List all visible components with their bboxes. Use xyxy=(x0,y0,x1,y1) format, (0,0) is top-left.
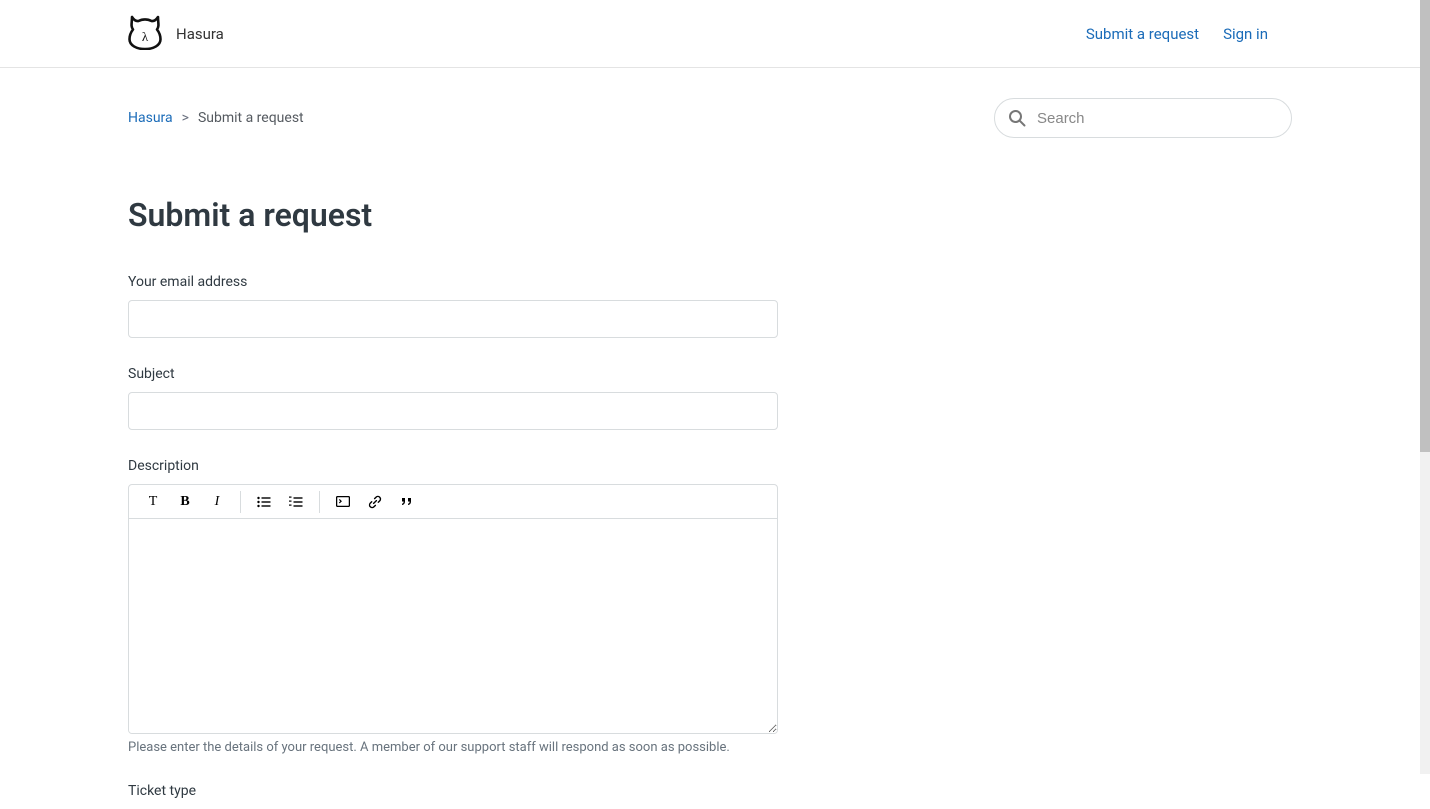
subject-field-group: Subject xyxy=(128,366,778,430)
description-hint: Please enter the details of your request… xyxy=(128,740,778,755)
search-field-wrap xyxy=(994,98,1292,138)
brand[interactable]: λ Hasura xyxy=(128,14,224,54)
subject-field[interactable] xyxy=(128,392,778,430)
email-field-group: Your email address xyxy=(128,274,778,338)
header-nav: Submit a request Sign in xyxy=(1086,25,1268,43)
request-form: Your email address Subject Description T… xyxy=(128,274,778,799)
nav-signin-link[interactable]: Sign in xyxy=(1223,25,1268,43)
svg-text:λ: λ xyxy=(142,29,149,44)
bulleted-list-button[interactable] xyxy=(248,488,280,516)
subject-label: Subject xyxy=(128,366,778,382)
rich-text-editor: T B I xyxy=(128,484,778,734)
description-field-group: Description T B I xyxy=(128,458,778,755)
breadcrumb: Hasura > Submit a request xyxy=(128,110,304,126)
breadcrumb-current: Submit a request xyxy=(198,110,304,126)
text-style-button[interactable]: T xyxy=(137,488,169,516)
scrollbar-thumb[interactable] xyxy=(1420,0,1430,452)
search-input[interactable] xyxy=(994,98,1292,138)
description-field[interactable] xyxy=(129,519,777,733)
scrollbar-track[interactable] xyxy=(1420,0,1430,774)
main: Submit a request Your email address Subj… xyxy=(0,196,1420,799)
editor-toolbar: T B I xyxy=(129,485,777,519)
link-button[interactable] xyxy=(359,488,391,516)
description-label: Description xyxy=(128,458,778,474)
ticket-type-field-group: Ticket type xyxy=(128,783,778,799)
search-icon xyxy=(1008,109,1026,127)
page-title: Submit a request xyxy=(128,196,1292,234)
toolbar-separator xyxy=(240,491,241,513)
ticket-type-label: Ticket type xyxy=(128,783,778,799)
quote-button[interactable] xyxy=(391,488,423,516)
subheader: Hasura > Submit a request xyxy=(0,98,1420,138)
brand-logo-icon: λ xyxy=(128,14,162,54)
nav-submit-request-link[interactable]: Submit a request xyxy=(1086,25,1199,43)
breadcrumb-root-link[interactable]: Hasura xyxy=(128,110,173,126)
email-field[interactable] xyxy=(128,300,778,338)
bold-button[interactable]: B xyxy=(169,488,201,516)
email-label: Your email address xyxy=(128,274,778,290)
brand-name: Hasura xyxy=(176,25,224,43)
toolbar-separator xyxy=(319,491,320,513)
header: λ Hasura Submit a request Sign in xyxy=(0,0,1420,68)
code-block-button[interactable] xyxy=(327,488,359,516)
italic-button[interactable]: I xyxy=(201,488,233,516)
numbered-list-button[interactable] xyxy=(280,488,312,516)
breadcrumb-separator: > xyxy=(182,110,189,126)
